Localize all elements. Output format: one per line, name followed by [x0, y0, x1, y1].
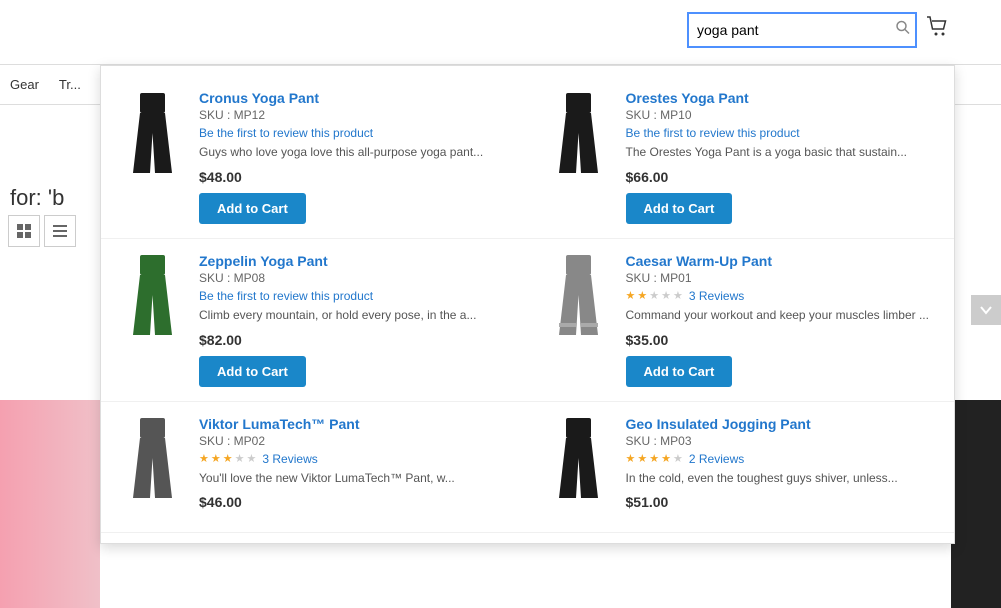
nav-item-tr[interactable]: Tr... — [59, 77, 81, 92]
product-name-orestes[interactable]: Orestes Yoga Pant — [626, 90, 939, 106]
add-to-cart-orestes[interactable]: Add to Cart — [626, 193, 733, 224]
pant-image-caesar — [551, 255, 606, 340]
product-sku-caesar: SKU : MP01 — [626, 271, 939, 285]
product-info-orestes: Orestes Yoga Pant SKU : MP10 Be the firs… — [626, 90, 939, 224]
product-card-orestes: Orestes Yoga Pant SKU : MP10 Be the firs… — [528, 76, 955, 239]
product-sku-cronus: SKU : MP12 — [199, 108, 512, 122]
product-review-orestes[interactable]: Be the first to review this product — [626, 126, 939, 140]
product-grid: Cronus Yoga Pant SKU : MP12 Be the first… — [101, 76, 954, 533]
product-info-cronus: Cronus Yoga Pant SKU : MP12 Be the first… — [199, 90, 512, 224]
product-sku-geo: SKU : MP03 — [626, 434, 939, 448]
product-image-zeppelin — [117, 253, 187, 343]
add-to-cart-caesar[interactable]: Add to Cart — [626, 356, 733, 387]
star-2: ★ — [211, 452, 221, 465]
chevron-down-icon — [979, 303, 993, 317]
product-sku-zeppelin: SKU : MP08 — [199, 271, 512, 285]
add-to-cart-cronus[interactable]: Add to Cart — [199, 193, 306, 224]
star-3: ★ — [649, 289, 659, 302]
product-image-caesar — [544, 253, 614, 343]
product-image-cronus — [117, 90, 187, 180]
grid-view-button[interactable] — [8, 215, 40, 247]
top-bar — [0, 0, 1001, 65]
search-input[interactable] — [687, 12, 917, 48]
product-info-caesar: Caesar Warm-Up Pant SKU : MP01 ★ ★ ★ ★ ★… — [626, 253, 939, 387]
star-1: ★ — [626, 452, 636, 465]
star-2: ★ — [637, 452, 647, 465]
nav-item-gear[interactable]: Gear — [10, 77, 39, 92]
product-name-zeppelin[interactable]: Zeppelin Yoga Pant — [199, 253, 512, 269]
grid-icon — [16, 223, 32, 239]
product-image-viktor — [117, 416, 187, 506]
pant-image-viktor — [125, 418, 180, 503]
product-name-geo[interactable]: Geo Insulated Jogging Pant — [626, 416, 939, 432]
product-desc-viktor: You'll love the new Viktor LumaTech™ Pan… — [199, 470, 512, 487]
product-name-caesar[interactable]: Caesar Warm-Up Pant — [626, 253, 939, 269]
product-sku-viktor: SKU : MP02 — [199, 434, 512, 448]
product-review-zeppelin[interactable]: Be the first to review this product — [199, 289, 512, 303]
pant-image-zeppelin — [125, 255, 180, 340]
list-icon — [52, 223, 68, 239]
star-5: ★ — [673, 452, 683, 465]
star-3: ★ — [223, 452, 233, 465]
star-2: ★ — [637, 289, 647, 302]
star-3: ★ — [649, 452, 659, 465]
product-price-viktor: $46.00 — [199, 494, 512, 510]
star-4: ★ — [661, 452, 671, 465]
product-desc-caesar: Command your workout and keep your muscl… — [626, 307, 939, 324]
product-image-geo — [544, 416, 614, 506]
product-name-viktor[interactable]: Viktor LumaTech™ Pant — [199, 416, 512, 432]
review-count-caesar[interactable]: 3 Reviews — [689, 289, 744, 303]
product-price-cronus: $48.00 — [199, 169, 512, 185]
product-price-geo: $51.00 — [626, 494, 939, 510]
search-button[interactable] — [895, 20, 911, 41]
product-stars-viktor: ★ ★ ★ ★ ★ 3 Reviews — [199, 452, 512, 466]
view-icons — [8, 215, 76, 247]
scroll-down-arrow[interactable] — [971, 295, 1001, 325]
product-price-zeppelin: $82.00 — [199, 332, 512, 348]
pink-model-partial — [0, 400, 100, 608]
star-5: ★ — [247, 452, 257, 465]
product-card-caesar: Caesar Warm-Up Pant SKU : MP01 ★ ★ ★ ★ ★… — [528, 239, 955, 402]
product-price-caesar: $35.00 — [626, 332, 939, 348]
product-review-cronus[interactable]: Be the first to review this product — [199, 126, 512, 140]
pant-image-cronus — [125, 93, 180, 178]
pant-image-geo — [551, 418, 606, 503]
product-image-orestes — [544, 90, 614, 180]
add-to-cart-zeppelin[interactable]: Add to Cart — [199, 356, 306, 387]
product-stars-geo: ★ ★ ★ ★ ★ 2 Reviews — [626, 452, 939, 466]
list-view-button[interactable] — [44, 215, 76, 247]
star-1: ★ — [626, 289, 636, 302]
review-count-geo[interactable]: 2 Reviews — [689, 452, 744, 466]
product-desc-zeppelin: Climb every mountain, or hold every pose… — [199, 307, 512, 324]
search-result-text: for: 'b — [0, 185, 64, 211]
product-price-orestes: $66.00 — [626, 169, 939, 185]
cart-icon — [925, 14, 951, 40]
product-sku-orestes: SKU : MP10 — [626, 108, 939, 122]
product-info-zeppelin: Zeppelin Yoga Pant SKU : MP08 Be the fir… — [199, 253, 512, 387]
cart-button[interactable] — [925, 14, 951, 46]
search-icon — [895, 20, 911, 36]
product-stars-caesar: ★ ★ ★ ★ ★ 3 Reviews — [626, 289, 939, 303]
product-desc-cronus: Guys who love yoga love this all-purpose… — [199, 144, 512, 161]
product-desc-geo: In the cold, even the toughest guys shiv… — [626, 470, 939, 487]
product-card-geo: Geo Insulated Jogging Pant SKU : MP03 ★ … — [528, 402, 955, 534]
star-4: ★ — [661, 289, 671, 302]
product-card-viktor: Viktor LumaTech™ Pant SKU : MP02 ★ ★ ★ ★… — [101, 402, 528, 534]
black-model-partial — [951, 400, 1001, 608]
search-input-wrapper — [687, 12, 917, 48]
product-desc-orestes: The Orestes Yoga Pant is a yoga basic th… — [626, 144, 939, 161]
review-count-viktor[interactable]: 3 Reviews — [262, 452, 317, 466]
product-card-zeppelin: Zeppelin Yoga Pant SKU : MP08 Be the fir… — [101, 239, 528, 402]
star-4: ★ — [235, 452, 245, 465]
star-1: ★ — [199, 452, 209, 465]
star-5: ★ — [673, 289, 683, 302]
search-dropdown: Cronus Yoga Pant SKU : MP12 Be the first… — [100, 65, 955, 544]
search-bar-container — [687, 12, 951, 48]
product-name-cronus[interactable]: Cronus Yoga Pant — [199, 90, 512, 106]
product-info-viktor: Viktor LumaTech™ Pant SKU : MP02 ★ ★ ★ ★… — [199, 416, 512, 519]
product-info-geo: Geo Insulated Jogging Pant SKU : MP03 ★ … — [626, 416, 939, 519]
pant-image-orestes — [551, 93, 606, 178]
product-card-cronus: Cronus Yoga Pant SKU : MP12 Be the first… — [101, 76, 528, 239]
